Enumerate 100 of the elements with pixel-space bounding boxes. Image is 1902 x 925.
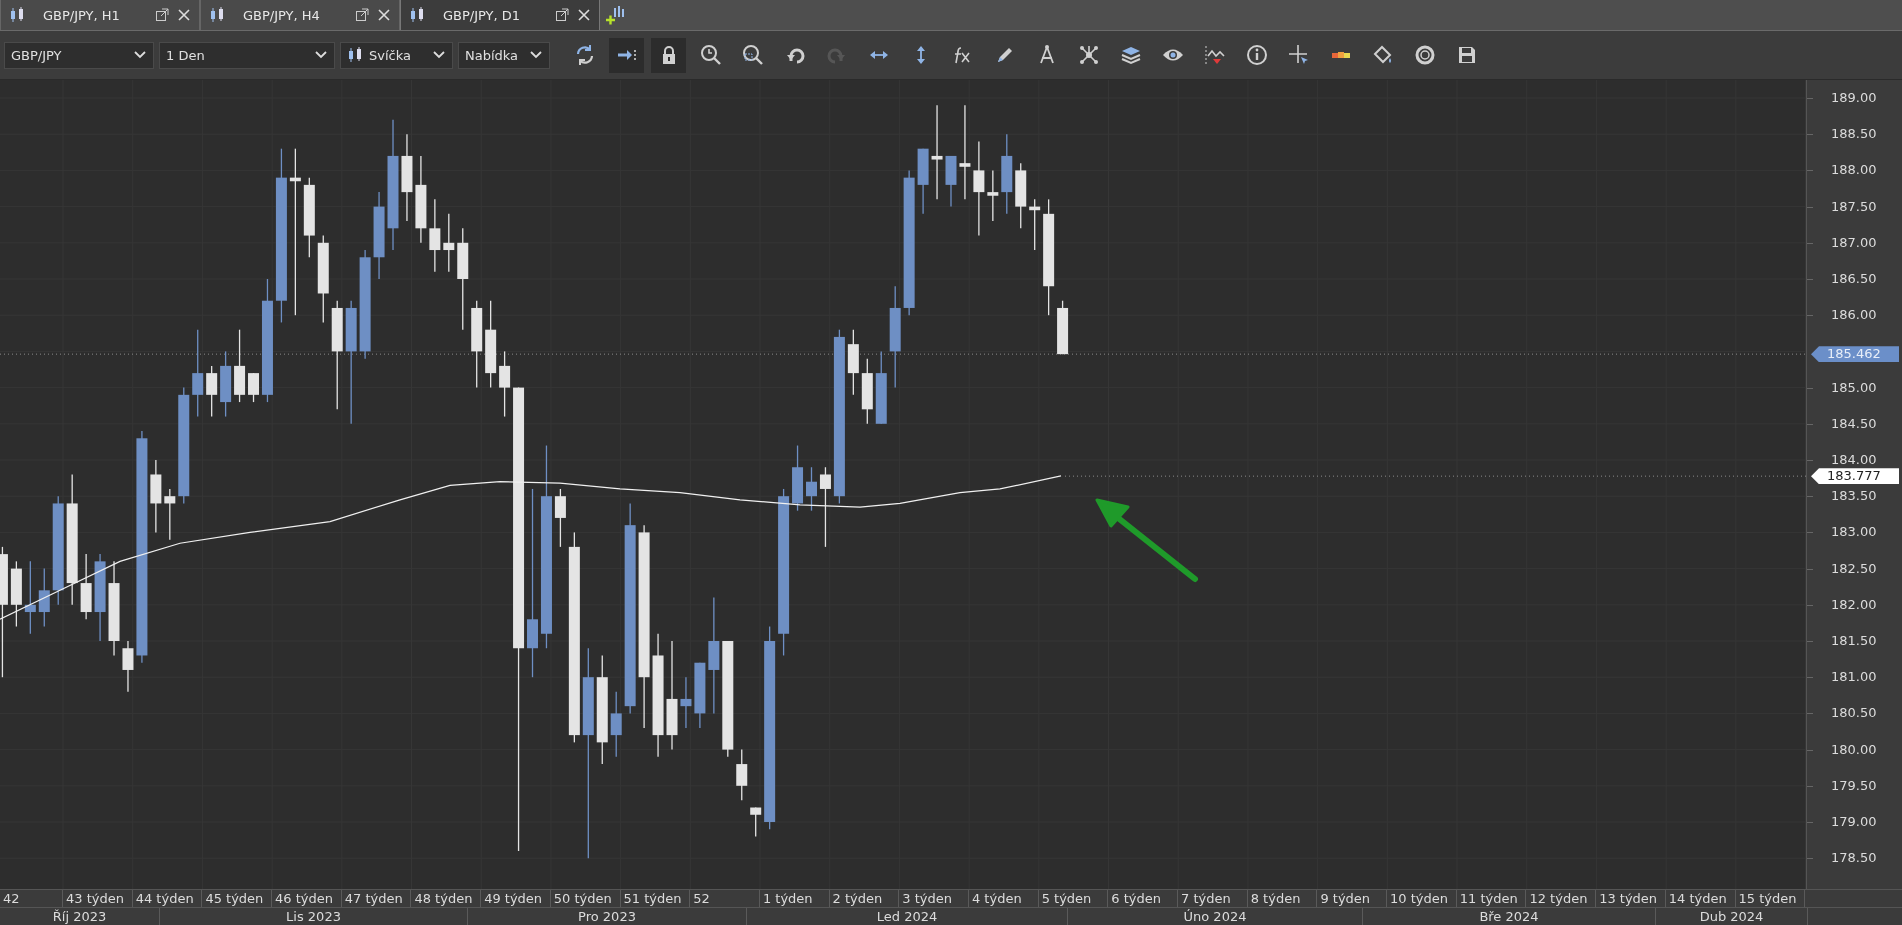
week-label: 47 týden	[341, 890, 412, 907]
wave-marker-icon	[1203, 44, 1226, 66]
price-label: 181.00	[1831, 668, 1877, 687]
candle	[610, 691, 622, 758]
price-label: 179.50	[1831, 776, 1877, 795]
week-label: 43 týden	[63, 890, 133, 907]
candle	[206, 365, 218, 418]
candle	[792, 444, 804, 512]
lock-button[interactable]	[651, 37, 686, 73]
candle	[164, 488, 176, 541]
price-label: 188.00	[1831, 161, 1877, 180]
week-label: 5 týden	[1038, 890, 1109, 907]
candle	[1057, 300, 1069, 355]
price-label: 188.50	[1831, 125, 1877, 144]
week-label: 14 týden	[1665, 890, 1736, 907]
candle	[694, 662, 706, 729]
week-label: 6 týden	[1108, 890, 1178, 907]
month-label: Dub 2024	[1656, 908, 1808, 925]
candlestick-icon	[209, 6, 225, 24]
candlestick-icon	[9, 6, 25, 24]
price-label: 186.50	[1831, 270, 1877, 288]
candlestick-icon	[347, 46, 363, 64]
candle	[443, 213, 455, 273]
price-label: 189.00	[1831, 89, 1877, 107]
price-label: 179.00	[1831, 813, 1877, 831]
week-label: 10 týden	[1387, 890, 1457, 907]
week-label: 9 týden	[1317, 890, 1388, 907]
close-icon[interactable]	[177, 8, 191, 22]
candle	[10, 560, 22, 628]
week-label: 50 týden	[550, 890, 621, 907]
candlestick-icon	[409, 6, 425, 24]
week-label: 44 týden	[132, 890, 203, 907]
candle	[248, 372, 259, 403]
week-label: 42	[0, 890, 63, 907]
chart-tab[interactable]: GBP/JPY, D1	[400, 0, 600, 30]
month-label: Led 2024	[747, 908, 1068, 925]
layers-icon	[1119, 44, 1142, 66]
week-label: 2 týden	[829, 890, 900, 907]
candle	[806, 466, 817, 512]
week-label: 8 týden	[1247, 890, 1318, 907]
price-label: 184.50	[1831, 414, 1877, 433]
close-icon[interactable]	[577, 8, 591, 22]
network-icon	[1077, 44, 1100, 66]
candle	[122, 640, 134, 693]
price-label: 182.50	[1831, 559, 1877, 578]
popout-icon[interactable]	[555, 8, 569, 22]
week-label: 3 týden	[899, 890, 969, 907]
price-label: 182.00	[1831, 595, 1877, 614]
chart-tab[interactable]: GBP/JPY, H4	[200, 0, 400, 30]
week-label: 15 týden	[1735, 890, 1806, 907]
candle	[1015, 162, 1027, 229]
candle	[917, 148, 929, 215]
zoom-clock-icon	[699, 44, 722, 66]
price-marker: 183.777	[1811, 468, 1899, 485]
price-label: 183.50	[1831, 487, 1877, 506]
candle	[861, 358, 873, 425]
month-label: Úno 2024	[1068, 908, 1363, 925]
dropdown[interactable]: GBP/JPY	[4, 41, 154, 69]
dropdown[interactable]: Svíčka	[340, 41, 453, 69]
candle	[220, 350, 232, 418]
price-label: 187.00	[1831, 233, 1877, 252]
zoom-area-icon	[741, 44, 764, 66]
close-icon[interactable]	[377, 8, 391, 22]
price-label: 185.00	[1831, 378, 1877, 397]
price-label: 183.00	[1831, 523, 1877, 542]
candle	[499, 350, 511, 418]
candle	[736, 748, 748, 801]
week-label: 1 týden	[759, 890, 830, 907]
month-label: Bře 2024	[1363, 908, 1656, 925]
week-label: 49 týden	[481, 890, 551, 907]
price-marker: 185.462	[1811, 346, 1899, 363]
candle	[680, 676, 692, 729]
price-label: 181.50	[1831, 632, 1877, 650]
week-label: 45 týden	[202, 890, 273, 907]
week-label: 13 týden	[1596, 890, 1666, 907]
week-label: 48 týden	[411, 890, 482, 907]
candle	[987, 169, 999, 222]
paint-bucket-icon	[1371, 44, 1394, 66]
popout-icon[interactable]	[155, 8, 169, 22]
dropdown[interactable]: 1 Den	[159, 41, 335, 69]
month-label: Říj 2023	[0, 908, 160, 925]
add-chart-icon	[605, 4, 627, 25]
week-label: 7 týden	[1178, 890, 1248, 907]
week-label: 4 týden	[968, 890, 1039, 907]
price-label: 186.00	[1831, 306, 1877, 325]
shift-arrow-button[interactable]	[609, 37, 644, 73]
candle	[945, 155, 957, 208]
candle	[554, 488, 566, 548]
candle	[750, 806, 762, 838]
info-icon	[1245, 44, 1268, 66]
chart-tab[interactable]: GBP/JPY, H1	[0, 0, 200, 30]
week-label: 11 týden	[1456, 890, 1527, 907]
week-label: 52	[690, 890, 760, 907]
week-label: 12 týden	[1526, 890, 1597, 907]
price-label: 187.50	[1831, 197, 1877, 216]
week-label: 46 týden	[272, 890, 342, 907]
dropdown[interactable]: Nabídka	[458, 41, 550, 69]
popout-icon[interactable]	[355, 8, 369, 22]
color-bar-icon	[1331, 52, 1350, 58]
month-label: Lis 2023	[160, 908, 468, 925]
